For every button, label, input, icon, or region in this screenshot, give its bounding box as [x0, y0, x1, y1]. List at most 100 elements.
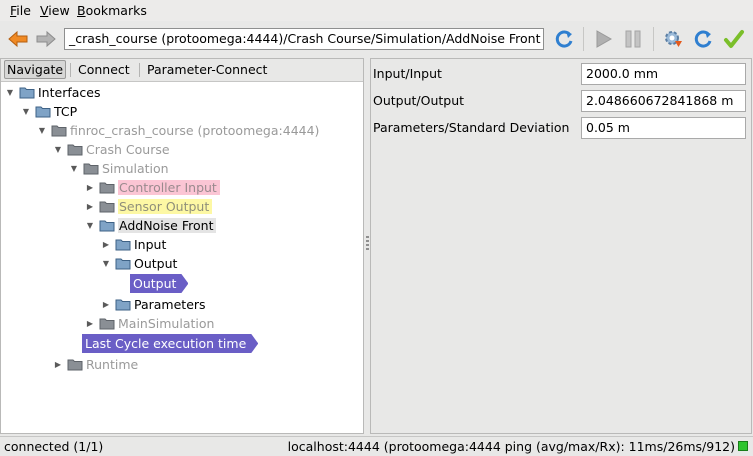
expanded-arrow-icon[interactable]: ▼	[37, 126, 47, 136]
forward-button[interactable]	[34, 27, 58, 51]
reload-icon	[694, 30, 712, 48]
property-value-field[interactable]: 2000.0 mm	[581, 63, 746, 85]
tree-label: Crash Course	[86, 142, 170, 157]
menu-view[interactable]: View	[40, 3, 70, 19]
menu-file[interactable]: File	[10, 3, 31, 19]
expanded-arrow-icon[interactable]: ▼	[85, 221, 95, 231]
tree-label: Controller Input	[118, 180, 220, 195]
tree-label: Runtime	[86, 357, 139, 372]
folder-icon	[67, 359, 83, 371]
expanded-arrow-icon[interactable]: ▼	[53, 145, 63, 155]
expanded-arrow-icon[interactable]: ▼	[101, 259, 111, 269]
property-label: Parameters/Standard Deviation	[373, 120, 570, 135]
connect-button[interactable]	[661, 27, 685, 51]
tree-node-crash-course[interactable]: ▼ Crash Course	[53, 140, 170, 159]
menu-view-label: iew	[48, 3, 70, 18]
folder-icon	[99, 201, 115, 213]
pause-icon	[625, 30, 641, 48]
navigation-panel: Navigate Connect Parameter-Connect ▼ Int…	[0, 58, 364, 434]
folder-icon	[115, 258, 131, 270]
tree-node-simulation[interactable]: ▼ Simulation	[69, 159, 169, 178]
collapsed-arrow-icon[interactable]: ▶	[85, 183, 95, 193]
play-button[interactable]	[591, 27, 615, 51]
menu-bookmarks-accel: B	[77, 3, 86, 18]
tab-navigate[interactable]: Navigate	[4, 60, 67, 79]
property-label: Output/Output	[373, 93, 465, 108]
tree-label: AddNoise Front	[118, 218, 217, 233]
tree-node-runtime[interactable]: ▶ Runtime	[53, 355, 138, 374]
menubar: File View Bookmarks	[0, 0, 753, 21]
connect-icon	[665, 31, 682, 47]
ping-status: localhost:4444 (protoomega:4444 ping (av…	[287, 439, 735, 454]
pause-button[interactable]	[621, 27, 645, 51]
port-output[interactable]: Output	[130, 274, 188, 293]
tree-label: Input	[134, 237, 167, 252]
panel-tabs: Navigate Connect Parameter-Connect	[1, 59, 363, 82]
connection-status: connected (1/1)	[4, 439, 104, 454]
tree-label: Interfaces	[38, 85, 101, 100]
folder-icon	[115, 299, 131, 311]
tree-node-input[interactable]: ▶ Input	[101, 235, 166, 254]
arrow-right-icon	[36, 30, 56, 48]
refresh-button[interactable]	[552, 27, 576, 51]
tab-separator	[70, 63, 71, 77]
checkmark-icon	[724, 30, 744, 48]
tree-node-controller-input[interactable]: ▶ Controller Input	[85, 178, 220, 197]
splitter-grip[interactable]	[366, 236, 369, 252]
property-value-field[interactable]: 2.048660672841868 m	[581, 90, 746, 112]
property-row: Input/Input 2000.0 mm	[371, 62, 751, 86]
tab-separator	[139, 63, 140, 77]
folder-icon	[99, 182, 115, 194]
property-value-field[interactable]: 0.05 m	[581, 117, 746, 139]
expanded-arrow-icon[interactable]: ▼	[21, 107, 31, 117]
arrow-left-icon	[8, 30, 28, 48]
folder-icon	[67, 144, 83, 156]
tree-node-sensor-output[interactable]: ▶ Sensor Output	[85, 197, 213, 216]
refresh-icon	[555, 30, 573, 48]
properties-panel: Input/Input 2000.0 mm Output/Output 2.04…	[370, 58, 752, 434]
tree-node-main-simulation[interactable]: ▶ MainSimulation	[85, 314, 215, 333]
tree-node-interfaces[interactable]: ▼ Interfaces	[5, 83, 101, 102]
back-button[interactable]	[6, 27, 30, 51]
property-label: Input/Input	[373, 66, 442, 81]
collapsed-arrow-icon[interactable]: ▶	[85, 319, 95, 329]
tree-node-crash-course-root[interactable]: ▼ finroc_crash_course (protoomega:4444)	[37, 121, 320, 140]
property-row: Output/Output 2.048660672841868 m	[371, 89, 751, 113]
menu-file-label: ile	[16, 3, 31, 18]
menu-bookmarks[interactable]: Bookmarks	[77, 3, 147, 19]
folder-icon	[99, 318, 115, 330]
play-icon	[596, 30, 613, 48]
toolbar: _crash_course (protoomega:4444)/Crash Co…	[0, 21, 753, 58]
address-field[interactable]: _crash_course (protoomega:4444)/Crash Co…	[64, 28, 544, 50]
status-led-icon	[738, 441, 748, 451]
apply-button[interactable]	[722, 27, 746, 51]
collapsed-arrow-icon[interactable]: ▶	[101, 240, 111, 250]
folder-icon	[83, 163, 99, 175]
tree-label: finroc_crash_course (protoomega:4444)	[70, 123, 320, 138]
tab-parameter-connect[interactable]: Parameter-Connect	[145, 61, 269, 78]
reload-button[interactable]	[691, 27, 715, 51]
property-row: Parameters/Standard Deviation 0.05 m	[371, 116, 751, 140]
folder-icon	[115, 239, 131, 251]
collapsed-arrow-icon[interactable]: ▶	[85, 202, 95, 212]
folder-icon	[35, 106, 51, 118]
menu-bookmarks-label: ookmarks	[85, 3, 147, 18]
toolbar-separator	[653, 27, 654, 51]
toolbar-separator	[583, 27, 584, 51]
tree-node-output[interactable]: ▼ Output	[101, 254, 178, 273]
tree-node-tcp[interactable]: ▼ TCP	[21, 102, 77, 121]
folder-icon	[19, 87, 35, 99]
collapsed-arrow-icon[interactable]: ▶	[101, 300, 111, 310]
expanded-arrow-icon[interactable]: ▼	[5, 88, 15, 98]
tree-label: Simulation	[102, 161, 169, 176]
tree-label: Output	[134, 256, 178, 271]
expanded-arrow-icon[interactable]: ▼	[69, 164, 79, 174]
port-last-cycle-execution-time[interactable]: Last Cycle execution time	[82, 334, 258, 353]
tree-label: MainSimulation	[118, 316, 215, 331]
tree-node-addnoise-front[interactable]: ▼ AddNoise Front	[85, 216, 217, 235]
tree-label: Sensor Output	[118, 199, 213, 214]
tree-label: TCP	[54, 104, 78, 119]
collapsed-arrow-icon[interactable]: ▶	[53, 360, 63, 370]
tab-connect[interactable]: Connect	[76, 61, 132, 78]
tree-node-parameters[interactable]: ▶ Parameters	[101, 295, 206, 314]
